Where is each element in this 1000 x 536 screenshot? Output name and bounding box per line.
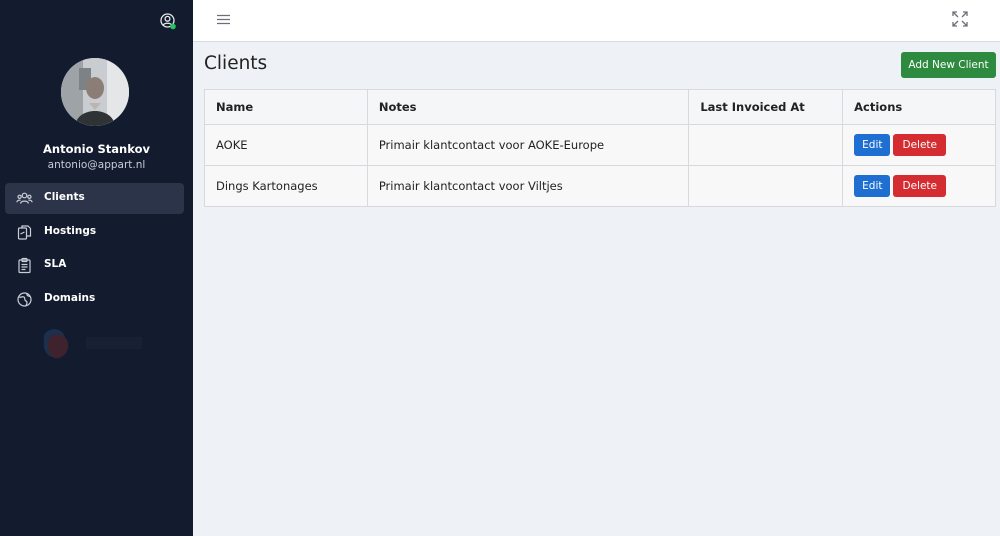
company-logo — [38, 322, 148, 364]
sidebar-item-clients[interactable]: Clients — [5, 183, 184, 214]
column-header-notes: Notes — [366, 89, 690, 125]
table-row: AOKE Primair klantcontact voor AOKE-Euro… — [204, 124, 996, 166]
table-header-row: Name Notes Last Invoiced At Actions — [204, 89, 996, 125]
hamburger-icon[interactable] — [215, 11, 232, 28]
sidebar-item-label: Hostings — [44, 225, 97, 237]
add-new-client-button[interactable]: Add New Client — [901, 52, 996, 78]
edit-button[interactable]: Edit — [854, 134, 891, 156]
column-header-name: Name — [204, 89, 368, 125]
client-notes-cell: Primair klantcontact voor Viltjes — [366, 165, 690, 207]
sidebar-item-label: Domains — [44, 292, 96, 304]
client-name-cell: Dings Kartonages — [204, 165, 368, 207]
client-actions-cell: Edit Delete — [842, 124, 996, 166]
clipboard-icon — [16, 257, 33, 274]
delete-button[interactable]: Delete — [893, 175, 946, 197]
fullscreen-icon[interactable] — [951, 10, 969, 28]
topbar — [193, 0, 1000, 42]
avatar — [61, 58, 129, 126]
user-email: antonio@appart.nl — [47, 159, 146, 171]
globe-icon — [16, 291, 33, 308]
users-icon — [16, 190, 33, 207]
client-actions-cell: Edit Delete — [842, 165, 996, 207]
delete-button[interactable]: Delete — [893, 134, 946, 156]
edit-button[interactable]: Edit — [854, 175, 891, 197]
column-header-last-invoiced: Last Invoiced At — [688, 89, 844, 125]
table-row: Dings Kartonages Primair klantcontact vo… — [204, 165, 996, 207]
sidebar-item-sla[interactable]: SLA — [5, 250, 184, 281]
sidebar-item-label: Clients — [44, 191, 85, 203]
user-name: Antonio Stankov — [43, 142, 150, 156]
sidebar: Antonio Stankov antonio@appart.nl Client… — [0, 0, 193, 536]
client-notes-cell: Primair klantcontact voor AOKE-Europe — [366, 124, 690, 166]
clients-table: Name Notes Last Invoiced At Actions AOKE… — [204, 89, 996, 207]
page-title: Clients — [204, 53, 268, 74]
sidebar-item-hostings[interactable]: Hostings — [5, 217, 184, 248]
client-last-invoiced-cell — [688, 165, 844, 207]
user-profile-status-icon[interactable] — [158, 11, 177, 30]
client-last-invoiced-cell — [688, 124, 844, 166]
sidebar-item-domains[interactable]: Domains — [5, 284, 184, 315]
documents-icon — [16, 224, 33, 241]
sidebar-item-label: SLA — [44, 258, 67, 270]
client-name-cell: AOKE — [204, 124, 368, 166]
column-header-actions: Actions — [842, 89, 996, 125]
